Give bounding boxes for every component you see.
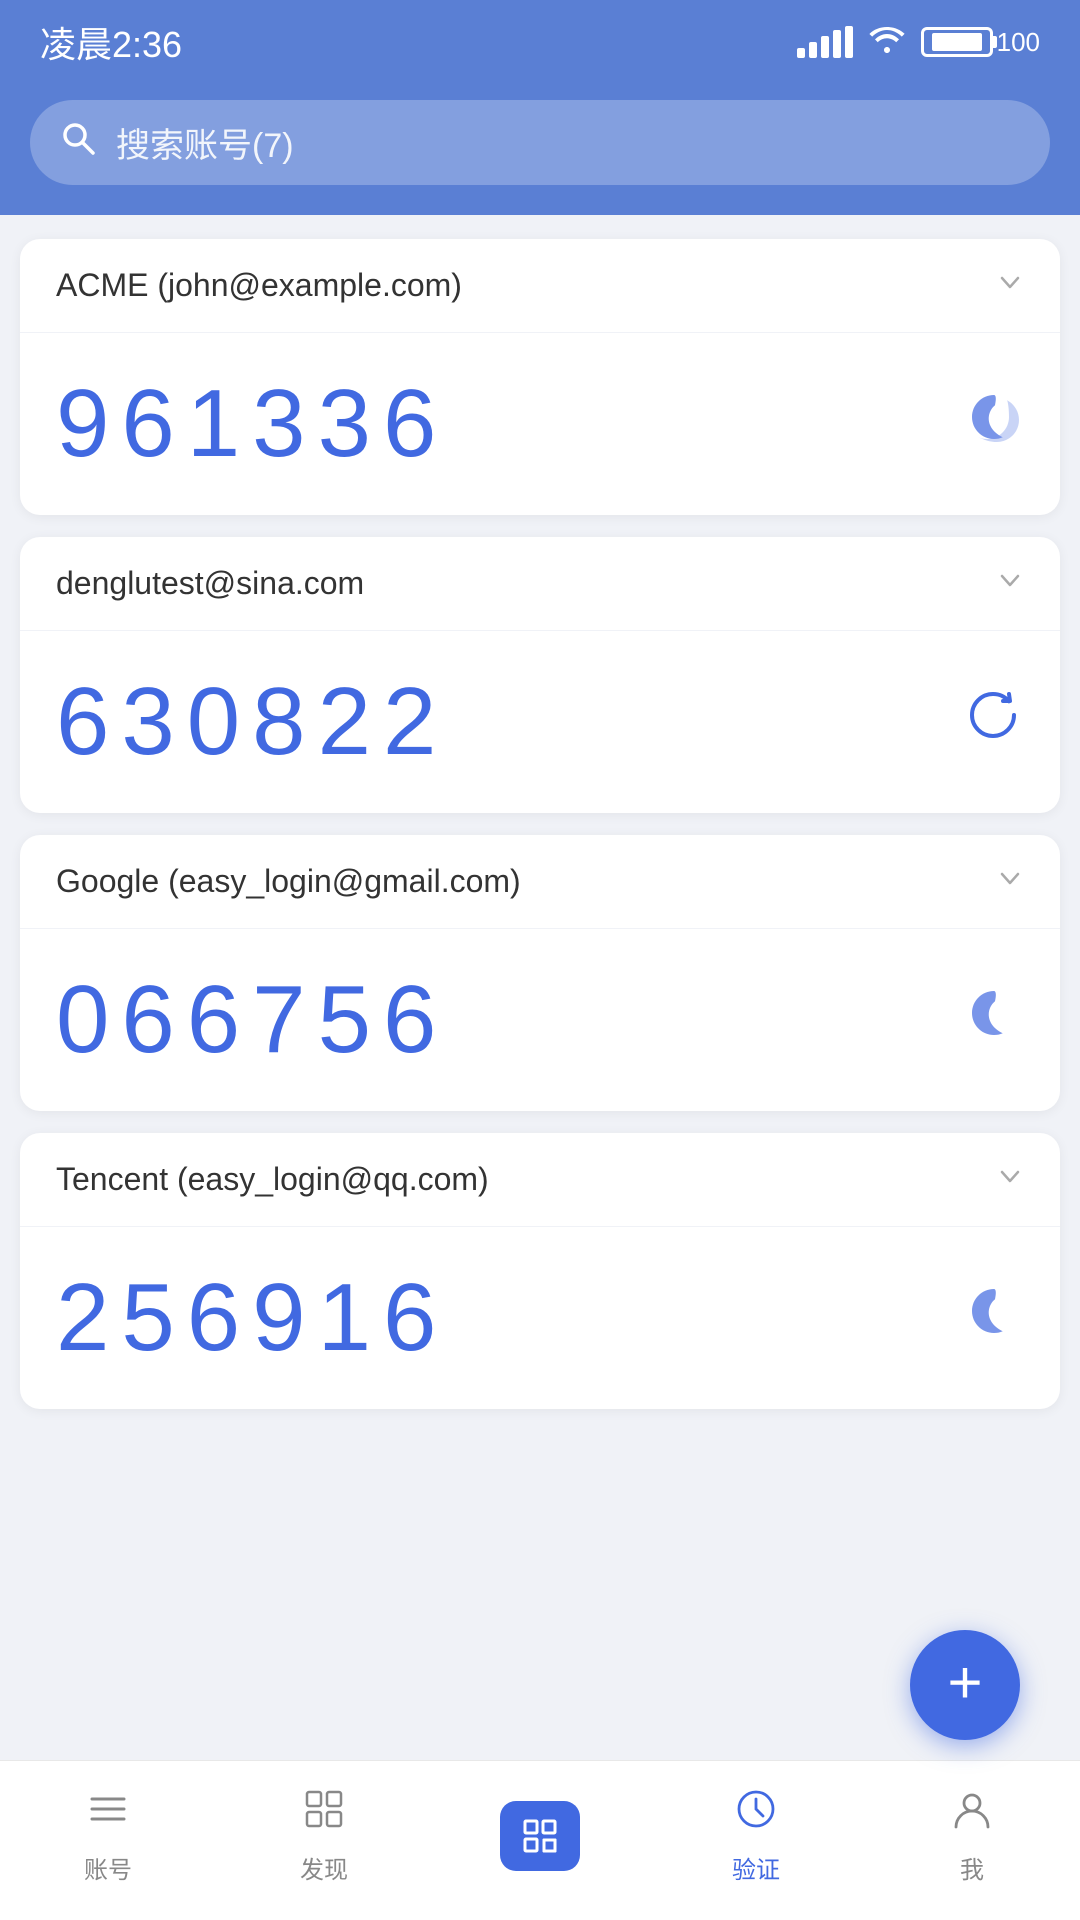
account-header-denglutest[interactable]: denglutest@sina.com [20,537,1060,631]
refresh-icon[interactable] [962,684,1024,761]
chevron-down-icon [996,1162,1024,1197]
account-card-acme[interactable]: ACME (john@example.com) 961336 [20,239,1060,515]
account-name-tencent: Tencent (easy_login@qq.com) [56,1161,489,1198]
nav-item-discover[interactable]: 发现 [216,1787,432,1885]
otp-code-denglutest: 630822 [56,667,448,777]
wifi-icon [869,24,905,61]
clock-icon [734,1787,778,1842]
nav-item-verify[interactable]: 验证 [648,1787,864,1885]
otp-section-google: 066756 [20,929,1060,1111]
person-icon [950,1787,994,1842]
search-placeholder: 搜索账号(7) [116,118,294,167]
otp-section-acme: 961336 [20,333,1060,515]
main-content: ACME (john@example.com) 961336 denglutes… [0,215,1080,1760]
status-bar: 凌晨2:36 100 [0,0,1080,80]
nav-label-accounts: 账号 [84,1850,132,1885]
menu-icon [86,1787,130,1842]
plus-icon: + [947,1653,982,1713]
account-header-tencent[interactable]: Tencent (easy_login@qq.com) [20,1133,1060,1227]
bottom-nav: 账号 发现 [0,1760,1080,1920]
nav-item-me[interactable]: 我 [864,1787,1080,1885]
nav-label-me: 我 [960,1850,984,1885]
status-time: 凌晨2:36 [40,16,182,68]
account-card-denglutest[interactable]: denglutest@sina.com 630822 [20,537,1060,813]
chevron-down-icon [996,566,1024,601]
account-name-acme: ACME (john@example.com) [56,267,462,304]
scan-icon-bg[interactable] [500,1801,580,1871]
chevron-down-icon [996,864,1024,899]
account-header-acme[interactable]: ACME (john@example.com) [20,239,1060,333]
nav-label-verify: 验证 [732,1850,780,1885]
signal-icon [797,26,853,58]
moon-icon [964,983,1024,1058]
moon-icon [964,387,1024,462]
grid-icon [302,1787,346,1842]
otp-code-acme: 961336 [56,369,448,479]
nav-item-accounts[interactable]: 账号 [0,1787,216,1885]
otp-section-tencent: 256916 [20,1227,1060,1409]
otp-section-denglutest: 630822 [20,631,1060,813]
battery-indicator: 100 [921,27,1040,58]
moon-icon [964,1281,1024,1356]
battery-label: 100 [997,27,1040,58]
account-name-google: Google (easy_login@gmail.com) [56,863,521,900]
account-card-google[interactable]: Google (easy_login@gmail.com) 066756 [20,835,1060,1111]
nav-item-scan[interactable] [432,1801,648,1871]
add-account-button[interactable]: + [910,1630,1020,1740]
search-icon [60,120,96,165]
otp-code-google: 066756 [56,965,448,1075]
status-icons: 100 [797,24,1040,61]
chevron-down-icon [996,268,1024,303]
header: 搜索账号(7) [0,80,1080,215]
account-name-denglutest: denglutest@sina.com [56,565,364,602]
account-card-tencent[interactable]: Tencent (easy_login@qq.com) 256916 [20,1133,1060,1409]
search-bar[interactable]: 搜索账号(7) [30,100,1050,185]
otp-code-tencent: 256916 [56,1263,448,1373]
account-header-google[interactable]: Google (easy_login@gmail.com) [20,835,1060,929]
nav-label-discover: 发现 [300,1850,348,1885]
